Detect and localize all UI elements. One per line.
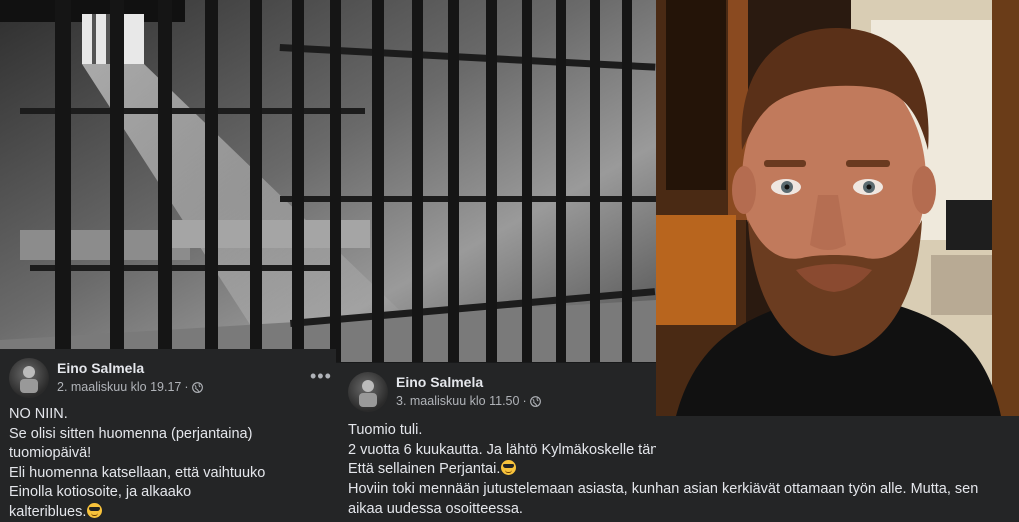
post-timestamp[interactable]: 2. maaliskuu klo 19.17 · xyxy=(57,380,203,394)
post-line-text: Eli huomenna katsellaan, että vaihtuuko … xyxy=(9,464,266,520)
author-name[interactable]: Eino Salmela xyxy=(57,360,144,376)
facebook-post-1: Eino Salmela 2. maaliskuu klo 19.17 · ••… xyxy=(0,349,336,522)
author-avatar[interactable] xyxy=(9,358,49,398)
timestamp-text[interactable]: 3. maaliskuu klo 11.50 xyxy=(396,394,519,408)
more-options-button[interactable]: ••• xyxy=(310,367,332,385)
separator: · xyxy=(522,394,527,408)
post-line: Hoviin toki mennään jutustelemaan asiast… xyxy=(348,481,979,517)
timestamp-text[interactable]: 2. maaliskuu klo 19.17 xyxy=(57,380,181,394)
prison-cell-photo xyxy=(0,0,656,362)
post-timestamp[interactable]: 3. maaliskuu klo 11.50 · xyxy=(396,394,541,408)
globe-icon xyxy=(191,381,203,393)
globe-icon xyxy=(529,395,541,407)
separator: · xyxy=(184,380,189,394)
post-line: Eli huomenna katsellaan, että vaihtuuko … xyxy=(9,464,271,522)
author-name[interactable]: Eino Salmela xyxy=(396,374,483,390)
portrait-photo xyxy=(656,0,1019,416)
post-line: NO NIIN. xyxy=(9,406,68,422)
sunglasses-emoji xyxy=(501,460,517,475)
author-avatar[interactable] xyxy=(348,372,388,412)
sunglasses-emoji xyxy=(87,502,103,518)
post-body: NO NIIN. Se olisi sitten huomenna (perja… xyxy=(9,405,271,522)
post-line-text: Että sellainen Perjantai. xyxy=(348,461,501,477)
post-line: Se olisi sitten huomenna (perjantaina) t… xyxy=(9,425,253,462)
